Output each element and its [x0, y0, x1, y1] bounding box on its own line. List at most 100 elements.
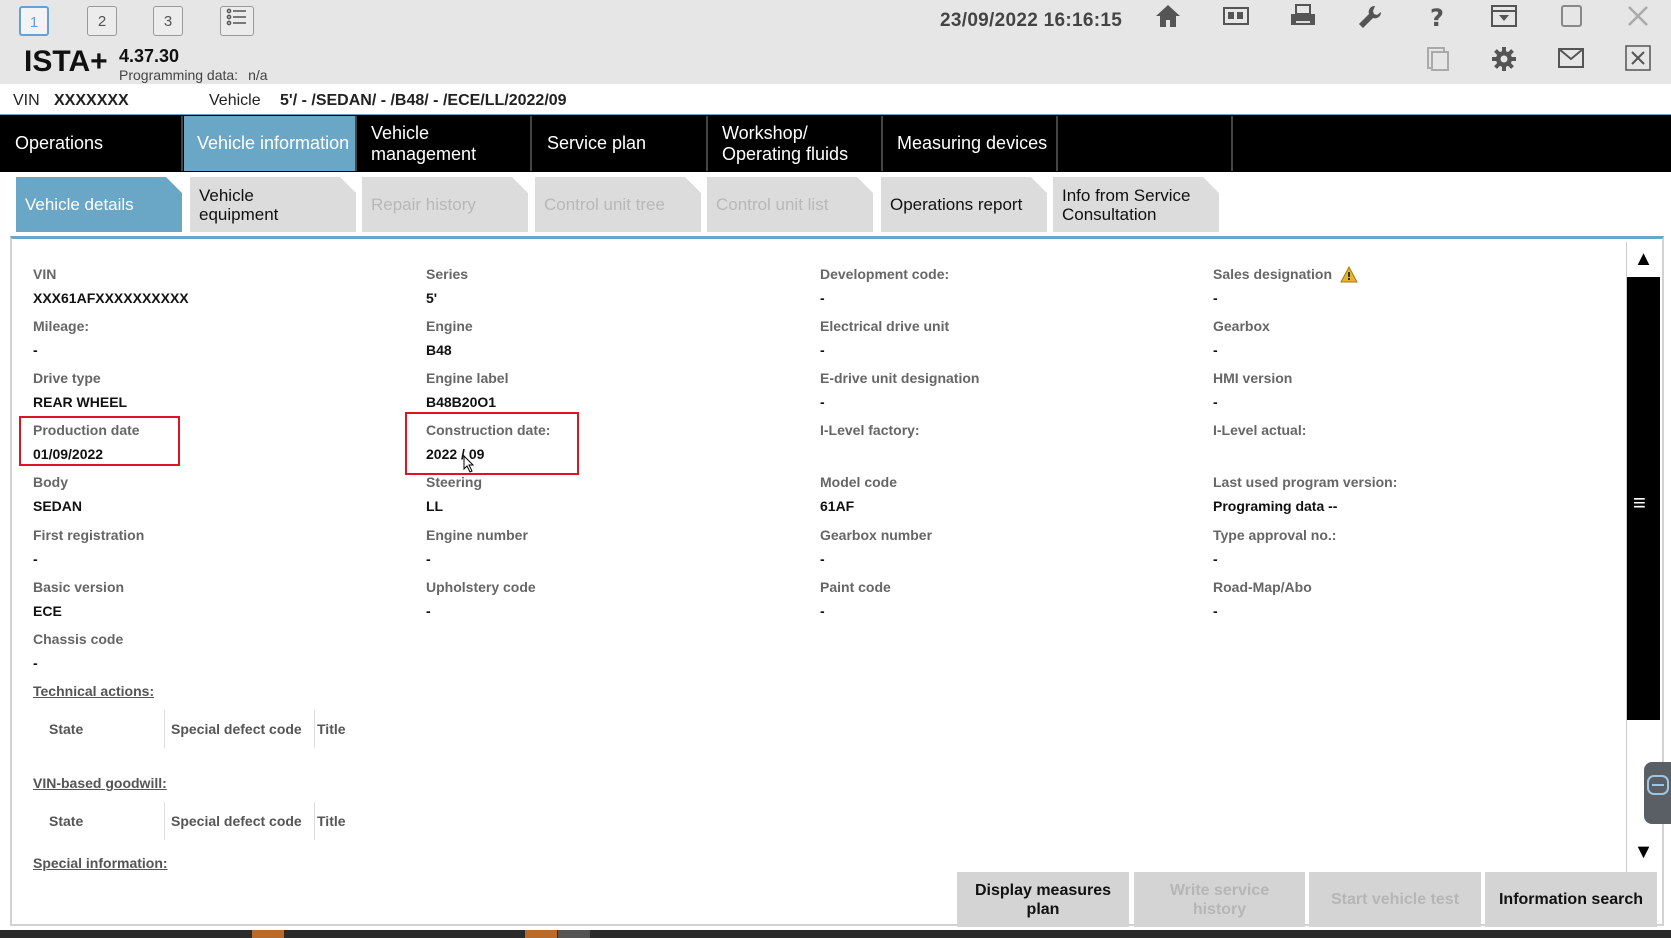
field-label: Road-Map/Abo	[1213, 579, 1312, 595]
column-separator	[314, 802, 315, 840]
field-label: VIN	[33, 266, 57, 282]
programming-data: Programming data: n/a	[119, 67, 268, 83]
field-label: Sales designation	[1213, 266, 1333, 282]
field-value: -	[820, 290, 825, 306]
field-value: SEDAN	[33, 498, 83, 514]
cards-icon[interactable]	[1216, 3, 1256, 39]
app-close-icon[interactable]	[1618, 45, 1658, 81]
technical-actions-heading: Technical actions:	[33, 683, 155, 699]
field-value: -	[426, 551, 431, 567]
field-label: Development code:	[820, 266, 950, 282]
copy-icon[interactable]	[1417, 45, 1457, 81]
nav-measuring-devices[interactable]: Measuring devices	[884, 116, 1058, 171]
mouse-cursor	[463, 454, 475, 478]
window-dropdown-icon[interactable]	[1484, 3, 1524, 39]
field-value: -	[820, 603, 825, 619]
taskbar-segment	[525, 930, 557, 938]
field-value: 61AF	[820, 498, 855, 514]
session-1-button[interactable]: 1	[19, 6, 49, 36]
vin-line: VIN XXXXXXX Vehicle 5'/ - /SEDAN/ - /B48…	[0, 86, 1671, 117]
tab-info-from-service-consultation[interactable]: Info from Service Consultation	[1053, 177, 1219, 232]
goodwill-col-state: State	[49, 813, 84, 829]
nav-vehicle-information[interactable]: Vehicle information	[184, 116, 357, 171]
field-label: Gearbox	[1213, 318, 1270, 334]
tab-vehicle-equipment[interactable]: Vehicle equipment	[190, 177, 356, 232]
field-value: -	[1213, 342, 1218, 358]
column-separator	[164, 710, 165, 748]
field-value: -	[820, 394, 825, 410]
field-label: Engine number	[426, 527, 528, 543]
field-label: Body	[33, 474, 68, 490]
field-label: Basic version	[33, 579, 125, 595]
wrench-icon[interactable]	[1350, 3, 1390, 39]
field-value: B48	[426, 342, 452, 358]
nav-workshop-operating-fluids[interactable]: Workshop/ Operating fluids	[709, 116, 883, 171]
field-label: Type approval no.:	[1213, 527, 1337, 543]
programming-data-label: Programming data:	[119, 67, 239, 83]
programming-data-value: n/a	[248, 67, 268, 83]
side-panel-handle[interactable]	[1644, 762, 1671, 824]
field-value: -	[1213, 551, 1218, 567]
session-3-button[interactable]: 3	[153, 6, 183, 36]
list-icon[interactable]	[220, 6, 254, 36]
display-measures-plan-label: Display measures plan	[974, 881, 1112, 918]
production-date-highlight	[19, 416, 180, 466]
scroll-up-arrow[interactable]: ▲	[1627, 243, 1660, 276]
tab-info-service-label: Info from Service Consultation	[1062, 185, 1191, 224]
taskbar-segment	[558, 930, 590, 938]
scroll-down-arrow[interactable]: ▼	[1627, 836, 1660, 869]
information-search-button[interactable]: Information search	[1485, 872, 1657, 927]
field-value: -	[426, 603, 431, 619]
field-value: XXX61AFXXXXXXXXXX	[33, 290, 189, 306]
print-icon[interactable]	[1283, 3, 1323, 39]
field-value: -	[820, 342, 825, 358]
field-value: -	[1213, 603, 1218, 619]
taskbar-segment	[252, 930, 284, 938]
home-icon[interactable]	[1148, 3, 1188, 39]
close-icon[interactable]	[1618, 3, 1658, 39]
gear-icon[interactable]	[1484, 45, 1524, 81]
field-label: First registration	[33, 527, 145, 543]
field-value: LL	[426, 498, 444, 514]
field-value: -	[33, 342, 38, 358]
tab-vehicle-equipment-label: Vehicle equipment	[199, 185, 279, 224]
vehicle-label: Vehicle	[209, 92, 261, 109]
field-label: Drive type	[33, 370, 101, 386]
help-icon[interactable]: ?	[1417, 3, 1457, 39]
field-label: Mileage:	[33, 318, 90, 334]
field-label: I-Level factory:	[820, 422, 920, 438]
technical-actions-col-defect: Special defect code	[171, 721, 302, 737]
nav-operations[interactable]: Operations	[2, 116, 183, 171]
nav-vehicle-management-label: Vehicle management	[371, 122, 477, 164]
mail-icon[interactable]	[1551, 45, 1591, 81]
field-label: Gearbox number	[820, 527, 933, 543]
start-vehicle-test-button: Start vehicle test	[1309, 872, 1481, 927]
warning-icon	[1340, 265, 1358, 289]
tab-operations-report[interactable]: Operations report	[881, 177, 1047, 232]
vin-goodwill-heading: VIN-based goodwill:	[33, 775, 167, 791]
field-value: -	[33, 655, 38, 671]
field-label: Engine label	[426, 370, 509, 386]
field-value: REAR WHEEL	[33, 394, 128, 410]
display-measures-plan-button[interactable]: Display measures plan	[957, 872, 1129, 927]
technical-actions-col-state: State	[49, 721, 84, 737]
field-label: Upholstery code	[426, 579, 536, 595]
field-label: Chassis code	[33, 631, 124, 647]
taskbar-strip	[0, 930, 1671, 938]
restore-window-icon[interactable]	[1551, 3, 1591, 39]
nav-vehicle-management[interactable]: Vehicle management	[358, 116, 532, 171]
session-2-button[interactable]: 2	[87, 6, 117, 36]
goodwill-col-title: Title	[317, 813, 346, 829]
technical-actions-col-title: Title	[317, 721, 346, 737]
field-label: Electrical drive unit	[820, 318, 950, 334]
field-label: HMI version	[1213, 370, 1293, 386]
app-name: ISTA+	[24, 45, 108, 78]
nav-workshop-label: Workshop/ Operating fluids	[722, 122, 849, 164]
write-service-history-button: Write service history	[1134, 872, 1305, 927]
tab-control-unit-tree: Control unit tree	[535, 177, 701, 232]
tab-vehicle-details[interactable]: Vehicle details	[16, 177, 182, 232]
write-service-history-label: Write service history	[1169, 881, 1270, 918]
nav-service-plan[interactable]: Service plan	[534, 116, 708, 171]
svg-text:?: ?	[1430, 4, 1444, 31]
vin-value: XXXXXXX	[54, 92, 129, 109]
